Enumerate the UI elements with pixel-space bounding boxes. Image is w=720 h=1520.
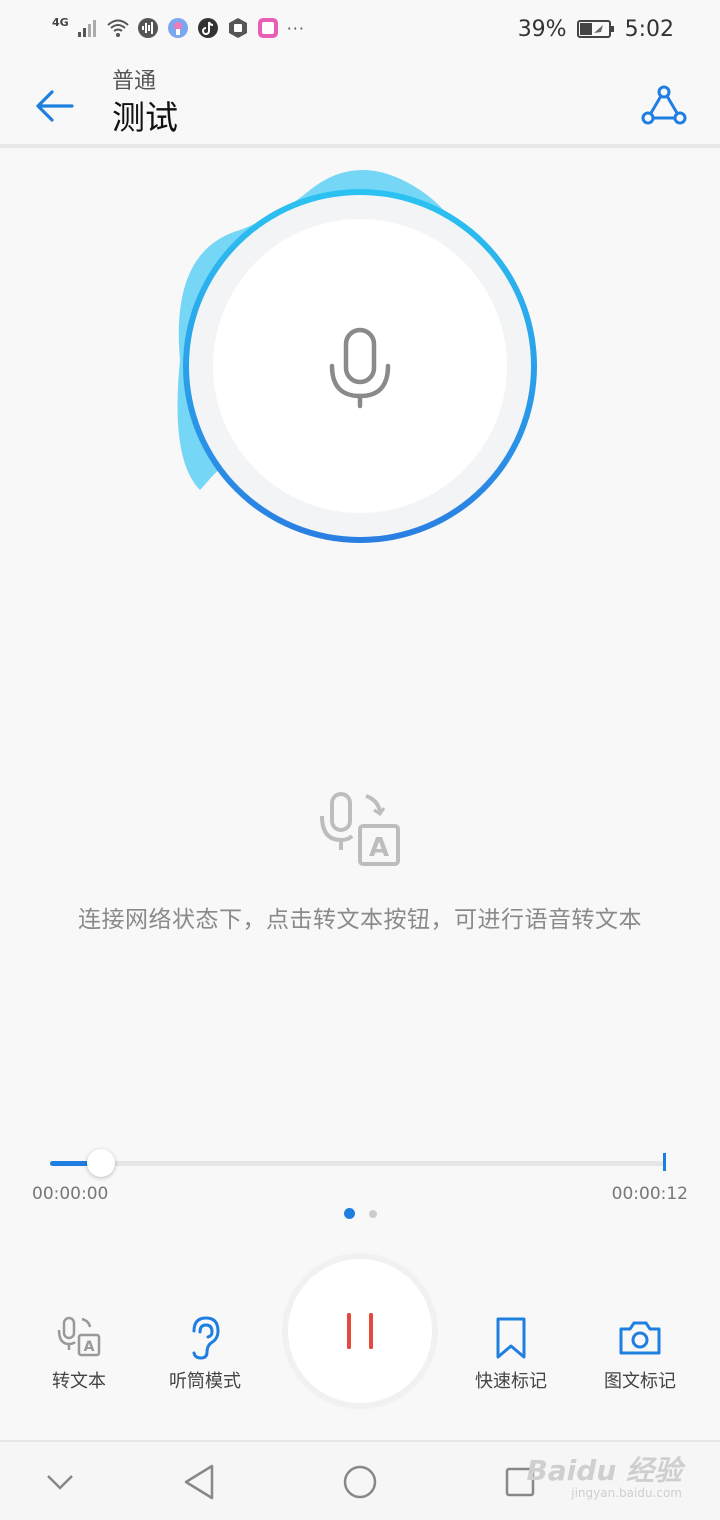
quick-mark-button[interactable]: 快速标记 — [451, 1315, 571, 1393]
speech-to-text-icon: A — [57, 1316, 101, 1357]
share-icon — [641, 85, 687, 125]
page-dot — [368, 1209, 377, 1218]
nav-collapse-button[interactable] — [40, 1462, 80, 1502]
chevron-down-icon — [47, 1475, 73, 1490]
to-text-button[interactable]: A 转文本 — [19, 1315, 139, 1393]
pause-icon — [347, 1313, 373, 1349]
tiktok-icon — [197, 17, 219, 39]
bottom-controls: A 转文本 听筒模式 快速标记 图文标记 — [0, 1255, 720, 1415]
progress-end-marker — [663, 1153, 666, 1171]
ear-icon — [192, 1316, 220, 1360]
clock: 5:02 — [624, 16, 674, 42]
pause-button[interactable] — [288, 1259, 432, 1403]
screen-icon — [257, 17, 279, 39]
wifi-icon — [107, 17, 129, 39]
signal-icon — [77, 17, 99, 39]
to-text-label: 转文本 — [52, 1371, 106, 1392]
hint-text: 连接网络状态下，点击转文本按钮，可进行语音转文本 — [78, 907, 642, 933]
status-bar-left: 4G ··· — [52, 14, 305, 42]
nav-back-button[interactable] — [180, 1462, 220, 1502]
app-icon — [167, 17, 189, 39]
nav-home-button[interactable] — [340, 1462, 380, 1502]
shield-icon — [227, 17, 249, 39]
circle-home-icon — [343, 1465, 377, 1499]
watermark-url: jingyan.baidu.com — [571, 1486, 682, 1500]
speech-to-text-icon: A — [318, 790, 404, 872]
earpiece-mode-label: 听筒模式 — [169, 1371, 241, 1392]
status-more: ··· — [286, 18, 305, 38]
battery-icon — [576, 19, 615, 39]
system-nav-bar: Baidu 经验 jingyan.baidu.com — [0, 1440, 720, 1520]
triangle-back-icon — [184, 1464, 214, 1500]
quick-mark-label: 快速标记 — [475, 1371, 547, 1392]
network-type: 4G — [52, 15, 69, 29]
svg-text:A: A — [369, 833, 389, 863]
app-header: 普通 测试 — [0, 56, 720, 148]
watermark: Baidu 经验 jingyan.baidu.com — [526, 1454, 682, 1501]
progress-thumb[interactable] — [86, 1149, 115, 1177]
time-total: 00:00:12 — [611, 1184, 688, 1204]
watermark-logo: Baidu 经验 — [526, 1454, 682, 1487]
progress-slider[interactable] — [50, 1149, 666, 1177]
soundwave-icon — [137, 17, 159, 39]
camera-icon — [619, 1321, 661, 1355]
bookmark-icon — [496, 1317, 526, 1359]
image-mark-label: 图文标记 — [604, 1371, 676, 1392]
svg-text:A: A — [84, 1339, 95, 1355]
status-bar: 4G ··· 39% 5:02 — [0, 0, 720, 56]
arrow-left-icon — [36, 90, 74, 122]
time-elapsed: 00:00:00 — [32, 1184, 109, 1204]
earpiece-mode-button[interactable]: 听筒模式 — [145, 1315, 265, 1393]
page-dot-active — [343, 1208, 355, 1219]
page-title: 测试 — [112, 98, 178, 137]
battery-percent: 39% — [517, 16, 567, 42]
image-mark-button[interactable]: 图文标记 — [580, 1315, 700, 1393]
back-button[interactable] — [32, 82, 80, 130]
share-button[interactable] — [640, 82, 688, 130]
header-subtitle: 普通 — [112, 69, 157, 94]
status-bar-right: 39% 5:02 — [518, 14, 674, 44]
recording-visual — [160, 160, 560, 560]
header-titles: 普通 测试 — [112, 68, 178, 140]
page-indicator — [0, 1208, 720, 1219]
